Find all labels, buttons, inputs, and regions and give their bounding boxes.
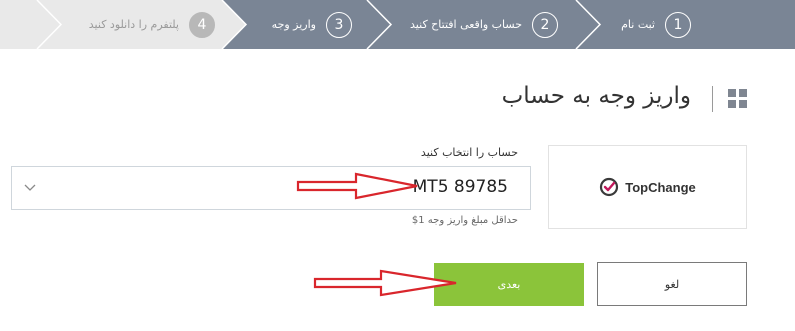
step-3-label: واریز وجه: [271, 18, 316, 31]
step-3[interactable]: 3 واریز وجه: [272, 0, 352, 49]
annotation-arrow-next: [313, 269, 457, 297]
step-1-number: 1: [665, 11, 691, 38]
step-2-number: 2: [532, 11, 558, 38]
step-1[interactable]: 1 ثبت نام: [621, 0, 691, 49]
payment-method-logo: TopChange: [599, 177, 696, 197]
chevron-down-icon: [24, 184, 36, 191]
cancel-button[interactable]: لغو: [597, 262, 747, 306]
step-4: 4 پلتفرم را دانلود کنید: [89, 0, 215, 49]
progress-stepper: 1 ثبت نام 2 حساب واقعی افتتاح کنید 3 وار…: [0, 0, 795, 49]
annotation-arrow-account: [296, 172, 418, 200]
title-divider: [712, 86, 713, 112]
step-1-label: ثبت نام: [621, 18, 655, 31]
payment-method-card[interactable]: TopChange: [548, 145, 747, 229]
step-3-number: 3: [326, 11, 352, 38]
check-circle-icon: [600, 177, 619, 197]
account-select[interactable]: MT5 89785: [11, 166, 531, 210]
grid-icon: [728, 89, 747, 108]
step-4-number: 4: [189, 11, 215, 38]
account-select-label: حساب را انتخاب کنید: [420, 146, 518, 159]
step-2-label: حساب واقعی افتتاح کنید: [410, 18, 522, 31]
step-4-label: پلتفرم را دانلود کنید: [88, 18, 179, 31]
payment-method-name: TopChange: [625, 179, 696, 195]
account-select-value: MT5 89785: [412, 177, 508, 197]
page-title: واریز وجه به حساب: [501, 83, 691, 109]
step-2[interactable]: 2 حساب واقعی افتتاح کنید: [410, 0, 558, 49]
minimum-deposit-hint: حداقل مبلغ واریز وجه 1$: [411, 215, 518, 226]
